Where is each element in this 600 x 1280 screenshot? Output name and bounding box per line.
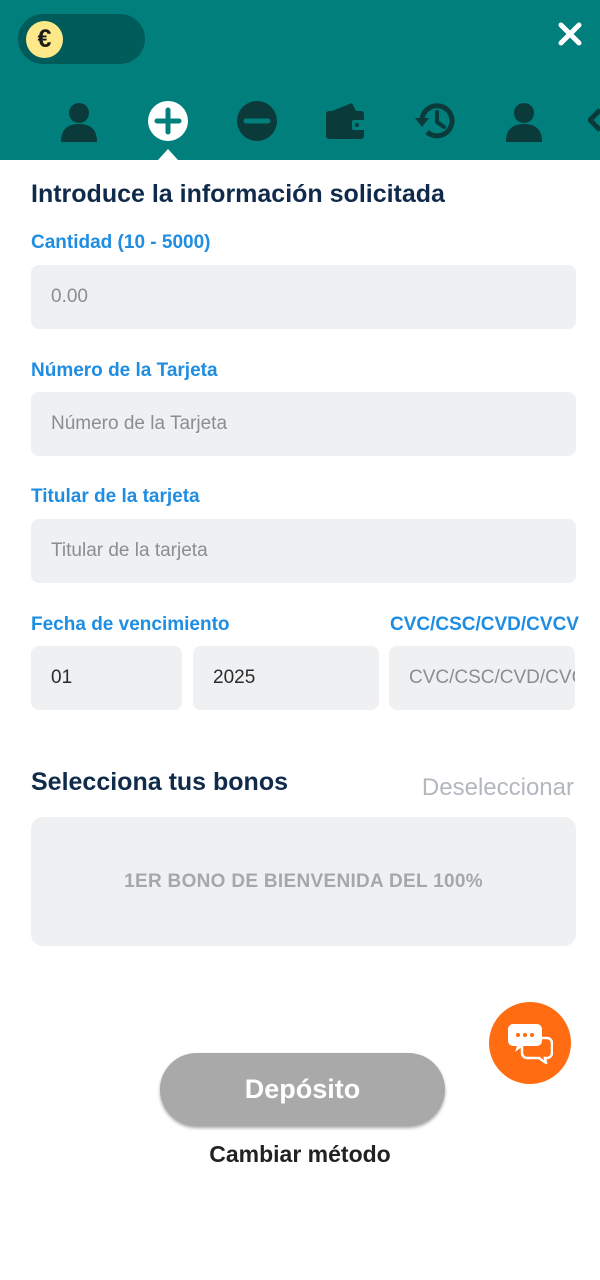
- cvc-label: CVC/CSC/CVD/CVCV: [390, 614, 579, 635]
- withdraw-tab-minus-icon[interactable]: [232, 96, 282, 146]
- account-icon[interactable]: [499, 96, 549, 146]
- chat-bubbles-icon: [508, 1024, 553, 1064]
- form-title: Introduce la información solicitada: [31, 180, 445, 208]
- currency-icon: €: [26, 21, 63, 58]
- expiry-year-value: 2025: [213, 667, 256, 688]
- card-number-placeholder: Número de la Tarjeta: [51, 413, 228, 434]
- card-holder-placeholder: Titular de la tarjeta: [51, 540, 208, 561]
- currency-toggle[interactable]: €: [18, 14, 145, 64]
- cvc-placeholder: CVC/CSC/CVD/CVCV: [409, 667, 575, 688]
- history-icon[interactable]: [411, 96, 461, 146]
- profile-icon[interactable]: [54, 96, 104, 146]
- expiry-year-select[interactable]: 2025: [193, 646, 379, 710]
- deposit-tab-plus-icon[interactable]: [143, 96, 193, 146]
- bonus-option-label: 1ER BONO DE BIENVENIDA DEL 100%: [124, 870, 483, 892]
- card-number-label: Número de la Tarjeta: [31, 360, 218, 381]
- card-holder-input[interactable]: Titular de la tarjeta: [31, 519, 576, 583]
- amount-placeholder: 0.00: [51, 286, 88, 307]
- close-icon[interactable]: [554, 18, 586, 50]
- deselect-link[interactable]: Deseleccionar: [422, 774, 574, 802]
- expiry-month-value: 01: [51, 667, 73, 688]
- amount-label: Cantidad (10 - 5000): [31, 232, 211, 253]
- bonus-title: Selecciona tus bonos: [31, 768, 289, 796]
- chat-button[interactable]: [489, 1002, 571, 1084]
- wallet-icon[interactable]: [321, 96, 371, 146]
- amount-input[interactable]: 0.00: [31, 265, 576, 329]
- card-holder-label: Titular de la tarjeta: [31, 486, 200, 507]
- cvc-input[interactable]: CVC/CSC/CVD/CVCV: [389, 646, 575, 710]
- header: €: [0, 0, 600, 160]
- change-method-link[interactable]: Cambiar método: [0, 1141, 600, 1168]
- active-tab-pointer: [158, 149, 178, 160]
- nav-tabs: [0, 96, 600, 146]
- expiry-label: Fecha de vencimiento: [31, 614, 230, 635]
- more-icon[interactable]: [588, 96, 600, 146]
- expiry-month-select[interactable]: 01: [31, 646, 182, 710]
- bonus-option[interactable]: 1ER BONO DE BIENVENIDA DEL 100%: [31, 817, 576, 946]
- deposit-button[interactable]: Depósito: [160, 1053, 445, 1126]
- card-number-input[interactable]: Número de la Tarjeta: [31, 392, 576, 456]
